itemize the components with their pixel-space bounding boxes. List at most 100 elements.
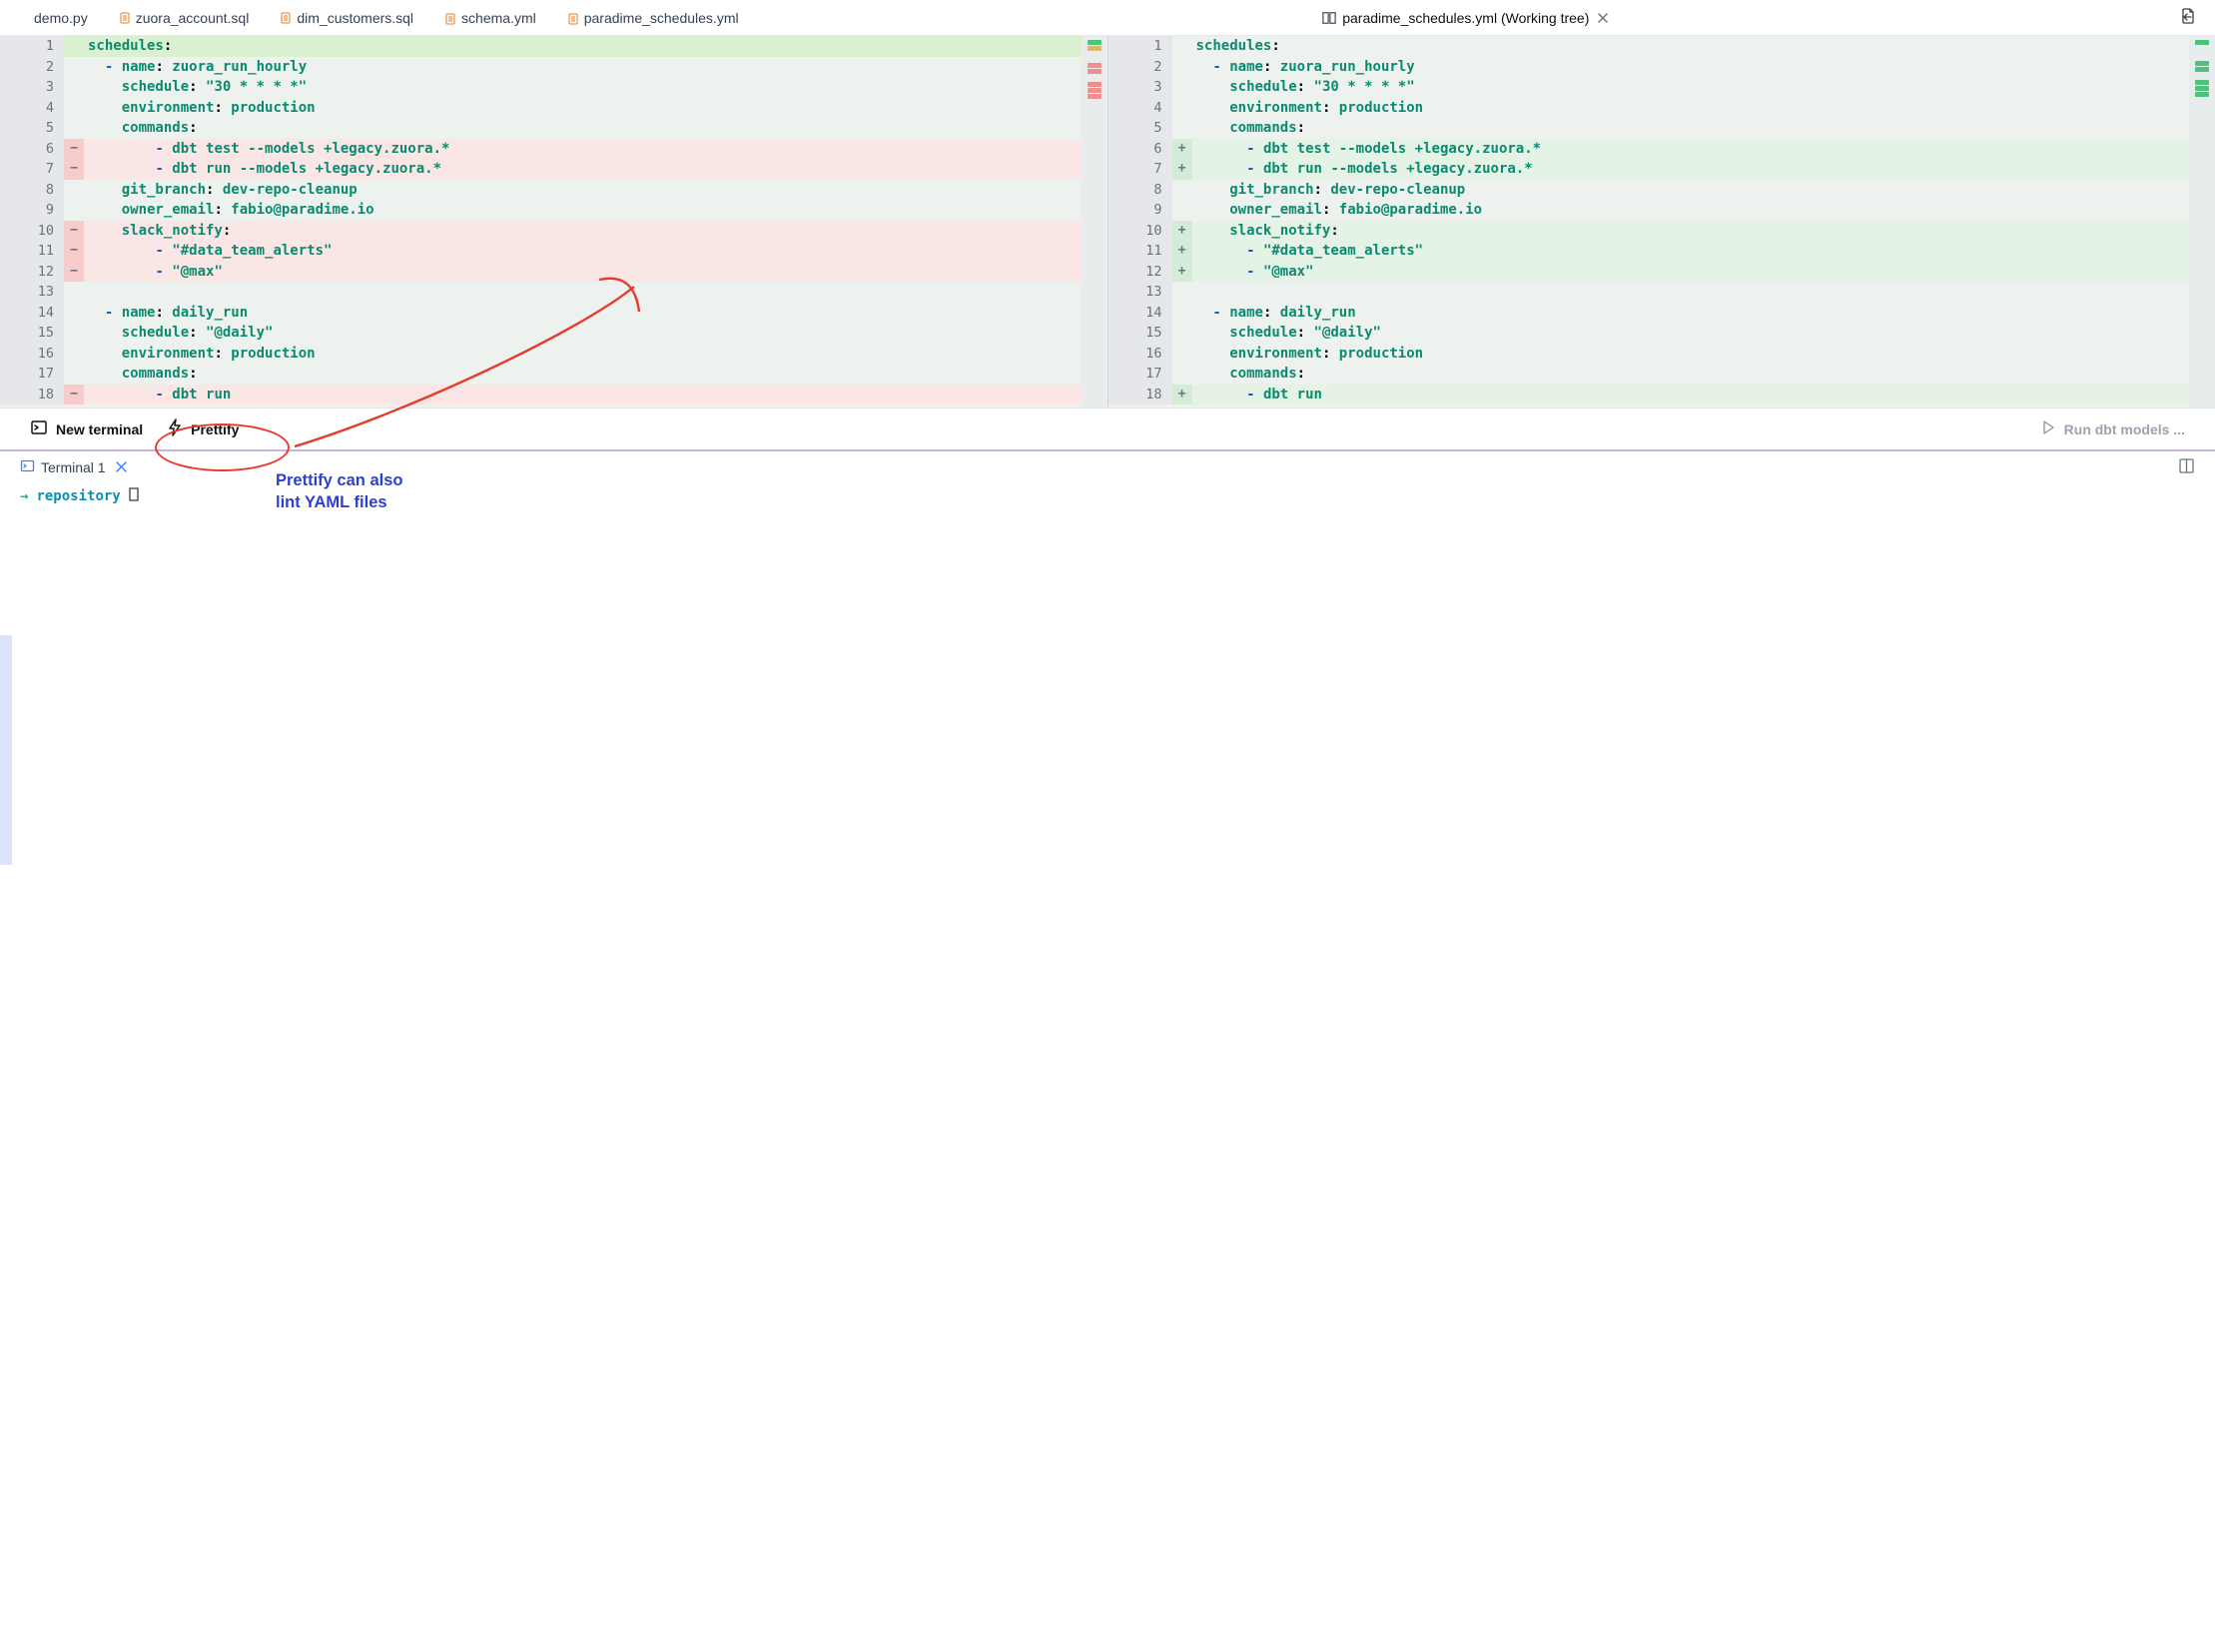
left-diff-line[interactable]: 13: [0, 282, 1108, 303]
change-bar: −: [64, 385, 84, 406]
terminal-tab-1[interactable]: Terminal 1: [20, 458, 127, 476]
left-diff-line[interactable]: 3 schedule: "30 * * * *": [0, 77, 1108, 98]
left-diff-line[interactable]: 11− - "#data_team_alerts": [0, 241, 1108, 262]
tabs-actions: [2179, 7, 2215, 28]
tab-label: demo.py: [34, 10, 88, 26]
line-number: 6: [1108, 139, 1172, 160]
new-terminal-label: New terminal: [56, 421, 143, 437]
change-bar: +: [1172, 241, 1192, 262]
terminal-body[interactable]: → repository: [0, 483, 2215, 509]
change-bar: [1172, 180, 1192, 201]
line-number: 10: [0, 221, 64, 242]
right-diff-line[interactable]: 16 environment: production: [1108, 344, 2215, 365]
left-diff-line[interactable]: 4 environment: production: [0, 98, 1108, 119]
line-number: 11: [0, 241, 64, 262]
change-bar: −: [64, 139, 84, 160]
right-diff-line[interactable]: 6+ - dbt test --models +legacy.zuora.*: [1108, 139, 2215, 160]
left-diff-line[interactable]: 1schedules:: [0, 36, 1108, 57]
right-diff-line[interactable]: 9 owner_email: fabio@paradime.io: [1108, 200, 2215, 221]
minimap-left[interactable]: [1082, 36, 1108, 408]
minimap-right[interactable]: [2189, 36, 2215, 408]
right-diff-line[interactable]: 1schedules:: [1108, 36, 2215, 57]
change-bar: +: [1172, 159, 1192, 180]
tab-dim-customers-sql[interactable]: dim_customers.sql: [265, 0, 429, 35]
diff-pane-original[interactable]: 1schedules:2 - name: zuora_run_hourly3 s…: [0, 36, 1108, 408]
close-icon[interactable]: [116, 459, 127, 475]
right-diff-line[interactable]: 8 git_branch: dev-repo-cleanup: [1108, 180, 2215, 201]
left-diff-line[interactable]: 6− - dbt test --models +legacy.zuora.*: [0, 139, 1108, 160]
tab-demo-py[interactable]: demo.py: [18, 0, 104, 35]
line-number: 10: [1108, 221, 1172, 242]
code-content: - name: zuora_run_hourly: [84, 57, 1108, 78]
left-diff-line[interactable]: 5 commands:: [0, 118, 1108, 139]
file-action-icon[interactable]: [2179, 7, 2197, 28]
code-content: - dbt run: [1192, 385, 2215, 406]
change-bar: [1172, 77, 1192, 98]
right-diff-line[interactable]: 5 commands:: [1108, 118, 2215, 139]
editor-tabs-bar: demo.py zuora_account.sql dim_customers.…: [0, 0, 2215, 36]
diff-pane-modified[interactable]: 1schedules:2 - name: zuora_run_hourly3 s…: [1108, 36, 2215, 408]
change-bar: [1172, 98, 1192, 119]
right-diff-line[interactable]: 15 schedule: "@daily": [1108, 323, 2215, 344]
close-icon[interactable]: [1595, 10, 1611, 26]
change-bar: −: [64, 221, 84, 242]
code-content: commands:: [1192, 118, 2215, 139]
diff-editor: 1schedules:2 - name: zuora_run_hourly3 s…: [0, 36, 2215, 408]
tab-schema-yml[interactable]: schema.yml: [429, 0, 552, 35]
line-number: 12: [1108, 262, 1172, 283]
code-content: - dbt test --models +legacy.zuora.*: [84, 139, 1108, 160]
tab-paradime-schedules-working-tree[interactable]: paradime_schedules.yml (Working tree): [1306, 0, 1627, 35]
left-diff-line[interactable]: 14 - name: daily_run: [0, 303, 1108, 324]
left-diff-line[interactable]: 15 schedule: "@daily": [0, 323, 1108, 344]
right-diff-line[interactable]: 10+ slack_notify:: [1108, 221, 2215, 242]
left-diff-line[interactable]: 9 owner_email: fabio@paradime.io: [0, 200, 1108, 221]
tab-zuora-account-sql[interactable]: zuora_account.sql: [104, 0, 266, 35]
change-bar: [1172, 364, 1192, 385]
right-diff-line[interactable]: 3 schedule: "30 * * * *": [1108, 77, 2215, 98]
right-diff-line[interactable]: 17 commands:: [1108, 364, 2215, 385]
left-diff-line[interactable]: 18− - dbt run: [0, 385, 1108, 406]
right-diff-line[interactable]: 12+ - "@max": [1108, 262, 2215, 283]
right-diff-line[interactable]: 4 environment: production: [1108, 98, 2215, 119]
change-bar: +: [1172, 221, 1192, 242]
split-panel-icon[interactable]: [2178, 457, 2195, 477]
change-bar: +: [1172, 385, 1192, 406]
right-diff-line[interactable]: 2 - name: zuora_run_hourly: [1108, 57, 2215, 78]
change-bar: [1172, 57, 1192, 78]
code-content: [84, 282, 1108, 303]
line-number: 14: [1108, 303, 1172, 324]
new-terminal-button[interactable]: New terminal: [30, 418, 143, 439]
code-content: schedule: "30 * * * *": [1192, 77, 2215, 98]
right-diff-line[interactable]: 18+ - dbt run: [1108, 385, 2215, 406]
line-number: 16: [0, 344, 64, 365]
change-bar: [1172, 344, 1192, 365]
tab-paradime-schedules-yml[interactable]: paradime_schedules.yml: [552, 0, 755, 35]
prettify-button[interactable]: Prettify: [167, 418, 239, 439]
change-bar: [1172, 303, 1192, 324]
tab-label: schema.yml: [461, 10, 536, 26]
line-number: 12: [0, 262, 64, 283]
line-number: 4: [0, 98, 64, 119]
right-diff-line[interactable]: 13: [1108, 282, 2215, 303]
left-diff-line[interactable]: 8 git_branch: dev-repo-cleanup: [0, 180, 1108, 201]
left-diff-line[interactable]: 2 - name: zuora_run_hourly: [0, 57, 1108, 78]
left-diff-line[interactable]: 12− - "@max": [0, 262, 1108, 283]
code-content: owner_email: fabio@paradime.io: [84, 200, 1108, 221]
change-bar: −: [64, 159, 84, 180]
left-diff-line[interactable]: 7− - dbt run --models +legacy.zuora.*: [0, 159, 1108, 180]
change-bar: +: [1172, 139, 1192, 160]
code-content: - name: zuora_run_hourly: [1192, 57, 2215, 78]
left-diff-line[interactable]: 17 commands:: [0, 364, 1108, 385]
line-number: 9: [0, 200, 64, 221]
tab-label: paradime_schedules.yml: [584, 10, 739, 26]
left-diff-line[interactable]: 10− slack_notify:: [0, 221, 1108, 242]
right-diff-line[interactable]: 11+ - "#data_team_alerts": [1108, 241, 2215, 262]
left-diff-line[interactable]: 16 environment: production: [0, 344, 1108, 365]
change-bar: [64, 323, 84, 344]
line-number: 2: [1108, 57, 1172, 78]
right-diff-line[interactable]: 7+ - dbt run --models +legacy.zuora.*: [1108, 159, 2215, 180]
run-dbt-models-button[interactable]: Run dbt models ...: [2040, 419, 2185, 438]
code-content: - "#data_team_alerts": [1192, 241, 2215, 262]
right-diff-line[interactable]: 14 - name: daily_run: [1108, 303, 2215, 324]
ide-root: demo.py zuora_account.sql dim_customers.…: [0, 0, 2215, 509]
